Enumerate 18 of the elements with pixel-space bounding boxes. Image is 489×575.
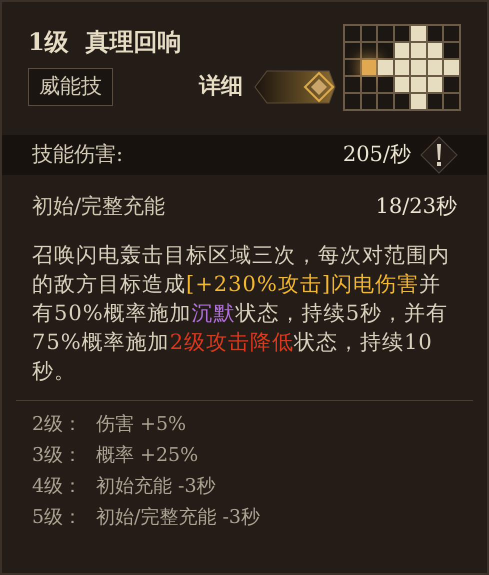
upgrade-level: 4级：: [32, 475, 84, 498]
skill-title: 1级 真理回响: [28, 30, 182, 54]
upgrade-level: 2级：: [32, 413, 84, 436]
stat-value: 205/秒: [342, 141, 411, 168]
upgrade-effect: 初始/完整充能 -3秒: [96, 506, 260, 529]
upgrade-effect: 初始充能 -3秒: [96, 475, 216, 498]
exclamation-icon[interactable]: [419, 135, 459, 175]
upgrade-level: 5级：: [32, 506, 84, 529]
upgrade-effect: 概率 +25%: [96, 444, 198, 467]
detail-toggle[interactable]: [253, 68, 337, 105]
detail-label: 详细: [199, 72, 243, 102]
skill-description: 召唤闪电轰击目标区域三次，每次对范围内的敌方目标造成[+230%攻击]闪电伤害并有50%概率施加沉默状态，持续5秒，并有75%概率施加 2级攻击降低状态，持续10秒。: [32, 242, 451, 385]
stat-value: 18/23秒: [375, 193, 457, 220]
upgrade-level: 3级：: [32, 444, 84, 467]
stat-label: 技能伤害:: [32, 141, 124, 168]
stat-label: 初始/完整充能: [32, 193, 166, 220]
skill-type-tag: 威能技: [28, 68, 113, 106]
upgrade-effect: 伤害 +5%: [96, 413, 186, 436]
